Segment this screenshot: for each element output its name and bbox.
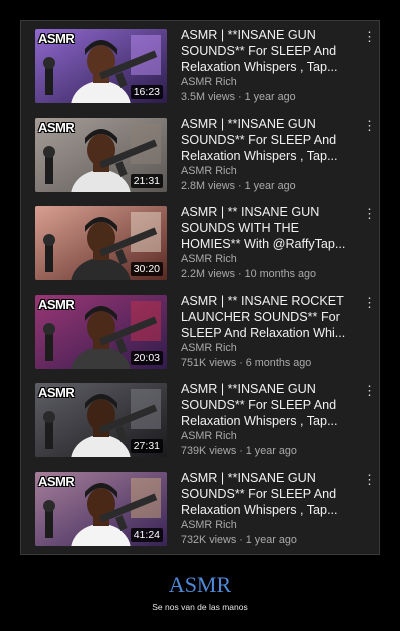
video-info: ASMR | ** INSANE ROCKET LAUNCHER SOUNDS*… (181, 293, 357, 371)
channel-watermark: ASMR (38, 119, 75, 135)
video-thumbnail[interactable]: ASMR 21:31 (35, 117, 167, 192)
video-duration: 21:31 (130, 173, 163, 188)
more-vert-icon[interactable]: ⋮ (363, 206, 376, 222)
caption-subtitle: Se nos van de las manos (152, 602, 248, 612)
more-vert-icon[interactable]: ⋮ (363, 29, 376, 45)
video-info: ASMR | **INSANE GUN SOUNDS** For SLEEP A… (181, 116, 357, 194)
video-title[interactable]: ASMR | **INSANE GUN SOUNDS** For SLEEP A… (181, 27, 357, 75)
channel-watermark: ASMR (38, 473, 75, 489)
more-vert-icon[interactable]: ⋮ (363, 383, 376, 399)
video-meta: 751K views · 6 months ago (181, 356, 312, 369)
video-meta: 3.5M views · 1 year ago (181, 91, 296, 103)
channel-watermark: ASMR (38, 31, 75, 46)
video-list: ASMR 16:23 ASMR | **INSANE GUN SOUNDS** … (20, 20, 380, 555)
more-vert-icon[interactable]: ⋮ (363, 295, 376, 311)
channel-name[interactable]: ASMR Rich (181, 518, 357, 533)
video-title[interactable]: ASMR | **INSANE GUN SOUNDS** For SLEEP A… (181, 470, 357, 518)
video-item[interactable]: ASMR 27:31 ASMR | **INSANE GUN SOUNDS** … (35, 381, 376, 467)
video-item[interactable]: ASMR 41:24 ASMR | **INSANE GUN SOUNDS** … (35, 470, 376, 556)
video-item[interactable]: 30:20 ASMR | ** INSANE GUN SOUNDS WITH T… (35, 204, 376, 290)
video-duration: 16:23 (130, 85, 163, 99)
channel-name[interactable]: ASMR Rich (181, 429, 357, 444)
video-thumbnail[interactable]: ASMR 20:03 (35, 294, 167, 369)
video-thumbnail[interactable]: ASMR 16:23 (35, 29, 167, 103)
video-info: ASMR | ** INSANE GUN SOUNDS WITH THE HOM… (181, 204, 357, 282)
more-vert-icon[interactable]: ⋮ (363, 472, 376, 488)
channel-name[interactable]: ASMR Rich (181, 341, 357, 356)
video-info: ASMR | **INSANE GUN SOUNDS** For SLEEP A… (181, 381, 357, 459)
video-meta: 2.8M views · 1 year ago (181, 179, 296, 192)
video-duration: 30:20 (130, 262, 163, 276)
channel-name[interactable]: ASMR Rich (181, 164, 357, 179)
video-title[interactable]: ASMR | **INSANE GUN SOUNDS** For SLEEP A… (181, 116, 357, 164)
video-thumbnail[interactable]: ASMR 27:31 (35, 383, 167, 457)
channel-name[interactable]: ASMR Rich (181, 75, 357, 90)
video-title[interactable]: ASMR | **INSANE GUN SOUNDS** For SLEEP A… (181, 381, 357, 429)
video-thumbnail[interactable]: ASMR 41:24 (35, 471, 167, 546)
video-item[interactable]: ASMR 20:03 ASMR | ** INSANE ROCKET LAUNC… (35, 293, 376, 379)
video-item[interactable]: ASMR 21:31 ASMR | **INSANE GUN SOUNDS** … (35, 116, 376, 202)
video-meta: 732K views · 1 year ago (181, 533, 297, 546)
video-thumbnail[interactable]: 30:20 (35, 206, 167, 280)
video-duration: 20:03 (130, 350, 163, 365)
channel-watermark: ASMR (38, 385, 75, 400)
video-info: ASMR | **INSANE GUN SOUNDS** For SLEEP A… (181, 470, 357, 548)
channel-watermark: ASMR (38, 296, 75, 312)
video-duration: 41:24 (130, 527, 163, 542)
caption-title: ASMR (168, 572, 232, 597)
video-title[interactable]: ASMR | ** INSANE GUN SOUNDS WITH THE HOM… (181, 204, 357, 252)
video-meta: 2.2M views · 10 months ago (181, 268, 317, 280)
video-duration: 27:31 (130, 439, 163, 453)
video-info: ASMR | **INSANE GUN SOUNDS** For SLEEP A… (181, 27, 357, 105)
video-title[interactable]: ASMR | ** INSANE ROCKET LAUNCHER SOUNDS*… (181, 293, 357, 341)
more-vert-icon[interactable]: ⋮ (363, 118, 376, 134)
video-meta: 739K views · 1 year ago (181, 445, 297, 457)
video-item[interactable]: ASMR 16:23 ASMR | **INSANE GUN SOUNDS** … (35, 27, 376, 113)
channel-name[interactable]: ASMR Rich (181, 252, 357, 267)
